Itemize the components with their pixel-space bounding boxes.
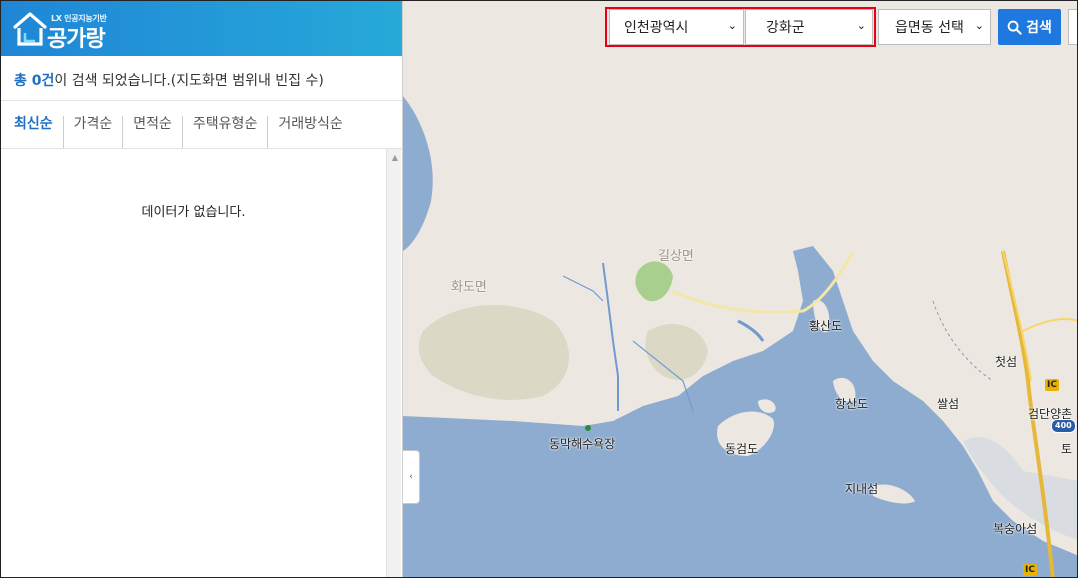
- scroll-up-arrow-icon[interactable]: ▲: [392, 153, 398, 162]
- sort-tab-transaction-type[interactable]: 거래방식순: [267, 116, 352, 148]
- map-canvas: [403, 1, 1077, 577]
- chevron-left-icon: ‹: [409, 472, 413, 482]
- app-frame: LX 인공지능기반 공가랑 총 0건이 검색 되었습니다.(지도화면 범위내 빈…: [0, 0, 1078, 578]
- map-label-hangsando: 항산도: [835, 397, 869, 411]
- map-label-ssalseom: 쌀섬: [937, 397, 960, 411]
- result-count: 0건: [31, 73, 55, 89]
- result-panel: LX 인공지능기반 공가랑 총 0건이 검색 되었습니다.(지도화면 범위내 빈…: [1, 1, 403, 577]
- list-scrollbar[interactable]: ▲: [386, 149, 401, 577]
- ic-marker-icon-bottom: IC: [1023, 564, 1037, 576]
- sigungu-select-value: 강화군: [766, 20, 805, 36]
- sort-tab-latest[interactable]: 최신순: [14, 116, 63, 148]
- beach-poi-icon: [585, 425, 591, 431]
- eupmyeondong-select-value: 읍면동 선택: [895, 20, 964, 36]
- result-summary: 총 0건이 검색 되었습니다.(지도화면 범위내 빈집 수): [1, 56, 402, 101]
- house-logo-icon: [13, 12, 47, 46]
- map-label-cheotseom: 첫섬: [995, 355, 1018, 369]
- eupmyeondong-select[interactable]: 읍면동 선택 ⌄: [878, 9, 991, 45]
- map-label-jinaeseom: 지내섬: [845, 482, 879, 496]
- map-label-to: 토: [1061, 442, 1073, 456]
- map-view[interactable]: 화도면 길상면 황산도 항산도 동막해수욕장 동검도 지내섬 첫섬 쌀섬 검단양…: [403, 1, 1077, 577]
- chevron-down-icon: ⌄: [727, 19, 737, 32]
- map-label-dongmak: 동막해수욕장: [549, 437, 616, 451]
- result-suffix: 이 검색 되었습니다.(지도화면 범위내 빈집 수): [54, 73, 324, 89]
- map-label-donggeomdo: 동검도: [725, 442, 759, 456]
- search-icon: [1007, 20, 1022, 35]
- result-list: 데이터가 없습니다. ▲: [1, 149, 401, 577]
- sigungu-select[interactable]: 강화군 ⌄: [745, 9, 873, 45]
- sort-tab-price[interactable]: 가격순: [62, 116, 123, 148]
- sido-select-value: 인천광역시: [624, 20, 689, 36]
- search-button[interactable]: 검색: [998, 9, 1061, 45]
- brand-logo[interactable]: LX 인공지능기반 공가랑: [13, 9, 123, 52]
- map-label-hwado: 화도면: [451, 280, 487, 295]
- sort-tabs: 최신순 가격순 면적순 주택유형순 거래방식순: [1, 101, 402, 149]
- empty-message: 데이터가 없습니다.: [141, 205, 246, 220]
- chevron-down-icon: ⌄: [974, 19, 984, 32]
- header-bar: LX 인공지능기반 공가랑: [1, 1, 402, 56]
- panel-collapse-toggle[interactable]: ‹: [403, 450, 420, 504]
- sort-tab-area[interactable]: 면적순: [122, 116, 182, 148]
- chevron-down-icon: ⌄: [856, 19, 866, 32]
- map-option-button[interactable]: [1068, 9, 1077, 45]
- brand-name: 공가랑: [47, 27, 106, 52]
- result-prefix: 총: [14, 73, 32, 89]
- route-shield-icon: 400: [1051, 419, 1076, 433]
- map-label-boksung: 복숭아섬: [993, 522, 1038, 536]
- map-label-hwangsando: 황산도: [809, 319, 843, 333]
- ic-marker-icon: IC: [1045, 379, 1059, 391]
- map-label-gilsang: 길상면: [658, 249, 694, 264]
- sort-tab-housing-type[interactable]: 주택유형순: [181, 116, 267, 148]
- sido-select[interactable]: 인천광역시 ⌄: [609, 9, 744, 45]
- search-button-label: 검색: [1026, 20, 1052, 36]
